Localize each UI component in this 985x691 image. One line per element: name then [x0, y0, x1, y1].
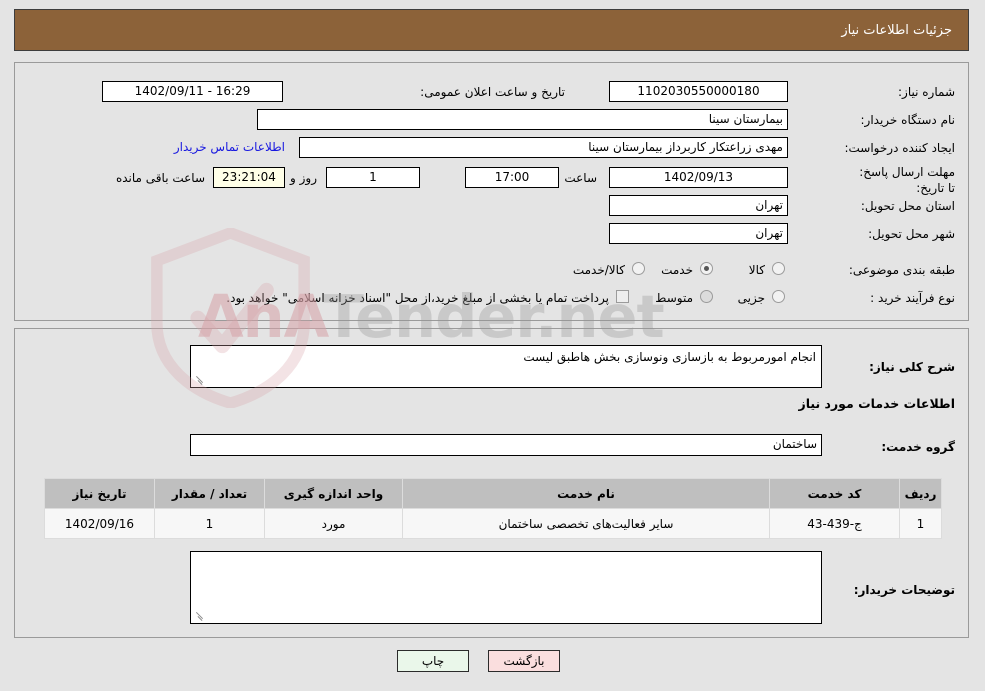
general-desc-textarea[interactable]: انجام امورمربوط به بازسازی ونوسازی بخش ه… — [190, 345, 822, 388]
process-label: نوع فرآیند خرید : — [870, 291, 955, 305]
col-quantity: تعداد / مقدار — [154, 478, 265, 509]
need-number-label: شماره نیاز: — [898, 85, 955, 99]
buyer-notes-textarea[interactable] — [190, 551, 822, 624]
services-table: ردیف کد خدمت نام خدمت واحد اندازه گیری ت… — [44, 478, 942, 539]
remaining-label: ساعت باقی مانده — [115, 171, 205, 185]
city-value: تهران — [609, 223, 788, 244]
announce-datetime-value: 16:29 - 1402/09/11 — [102, 81, 283, 102]
city-label: شهر محل تحویل: — [868, 227, 955, 241]
cell-quantity: 1 — [154, 508, 265, 539]
announce-datetime-label: تاریخ و ساعت اعلان عمومی: — [420, 85, 565, 99]
services-table-wrap: ردیف کد خدمت نام خدمت واحد اندازه گیری ت… — [44, 478, 942, 539]
requester-label: ایجاد کننده درخواست: — [844, 141, 955, 155]
print-button[interactable]: چاپ — [397, 650, 469, 672]
footer-divider — [14, 637, 969, 638]
category-label: طبقه بندی موضوعی: — [848, 263, 955, 277]
radio-category-kala-label: کالا — [748, 263, 765, 277]
page-title: جزئیات اطلاعات نیاز — [841, 22, 952, 38]
col-unit: واحد اندازه گیری — [264, 478, 403, 509]
cell-need-date: 1402/09/16 — [44, 508, 155, 539]
radio-process-jozei-label: جزیی — [737, 291, 765, 305]
days-value: 1 — [326, 167, 420, 188]
radio-category-kala-khedmat[interactable] — [632, 262, 645, 275]
resize-grip-icon[interactable] — [193, 374, 205, 386]
service-group-label: گروه خدمت: — [881, 440, 955, 454]
col-service-code: کد خدمت — [769, 478, 900, 509]
deadline-label: مهلت ارسال پاسخ: تا تاریخ: — [859, 165, 955, 195]
hour-label: ساعت — [564, 171, 597, 185]
radio-category-khedmat-label: خدمت — [661, 263, 693, 277]
hour-value: 17:00 — [465, 167, 559, 188]
cell-radif: 1 — [899, 508, 942, 539]
days-and-label: روز و — [290, 171, 317, 185]
buyer-notes-label: توضیحات خریدار: — [853, 583, 955, 597]
col-need-date: تاریخ نیاز — [44, 478, 155, 509]
general-desc-label: شرح کلی نیاز: — [869, 360, 955, 374]
radio-process-motavaset-label: متوسط — [655, 291, 693, 305]
buyer-contact-link[interactable]: اطلاعات تماس خریدار — [174, 140, 285, 154]
page-header: جزئیات اطلاعات نیاز — [14, 9, 969, 51]
buyer-org-value: بیمارستان سینا — [257, 109, 788, 130]
radio-process-jozei[interactable] — [772, 290, 785, 303]
cell-service-name: سایر فعالیت‌های تخصصی ساختمان — [402, 508, 770, 539]
countdown-timer: 23:21:04 — [213, 167, 285, 188]
radio-category-kala[interactable] — [772, 262, 785, 275]
back-button[interactable]: بازگشت — [488, 650, 560, 672]
radio-category-kala-khedmat-label: کالا/خدمت — [572, 263, 625, 277]
need-number-value: 1102030550000180 — [609, 81, 788, 102]
radio-category-khedmat[interactable] — [700, 262, 713, 275]
checkbox-treasury-docs[interactable] — [616, 290, 629, 303]
col-service-name: نام خدمت — [402, 478, 770, 509]
province-value: تهران — [609, 195, 788, 216]
table-row: 1 ج-439-43 سایر فعالیت‌های تخصصی ساختمان… — [44, 508, 942, 539]
cell-unit: مورد — [264, 508, 403, 539]
treasury-note-label: پرداخت تمام یا بخشی از مبلغ خرید،از محل … — [226, 291, 609, 305]
services-heading: اطلاعات خدمات مورد نیاز — [798, 396, 956, 411]
cell-service-code: ج-439-43 — [769, 508, 900, 539]
radio-process-motavaset[interactable] — [700, 290, 713, 303]
resize-grip-icon[interactable] — [193, 610, 205, 622]
requester-value: مهدی زراعتکار کاربرداز بیمارستان سینا — [299, 137, 788, 158]
general-desc-value: انجام امورمربوط به بازسازی ونوسازی بخش ه… — [523, 350, 816, 364]
table-header-row: ردیف کد خدمت نام خدمت واحد اندازه گیری ت… — [44, 478, 942, 509]
service-group-value: ساختمان — [190, 434, 822, 456]
province-label: استان محل تحویل: — [860, 199, 955, 213]
deadline-date-value: 1402/09/13 — [609, 167, 788, 188]
col-radif: ردیف — [899, 478, 942, 509]
buyer-org-label: نام دستگاه خریدار: — [860, 113, 956, 127]
